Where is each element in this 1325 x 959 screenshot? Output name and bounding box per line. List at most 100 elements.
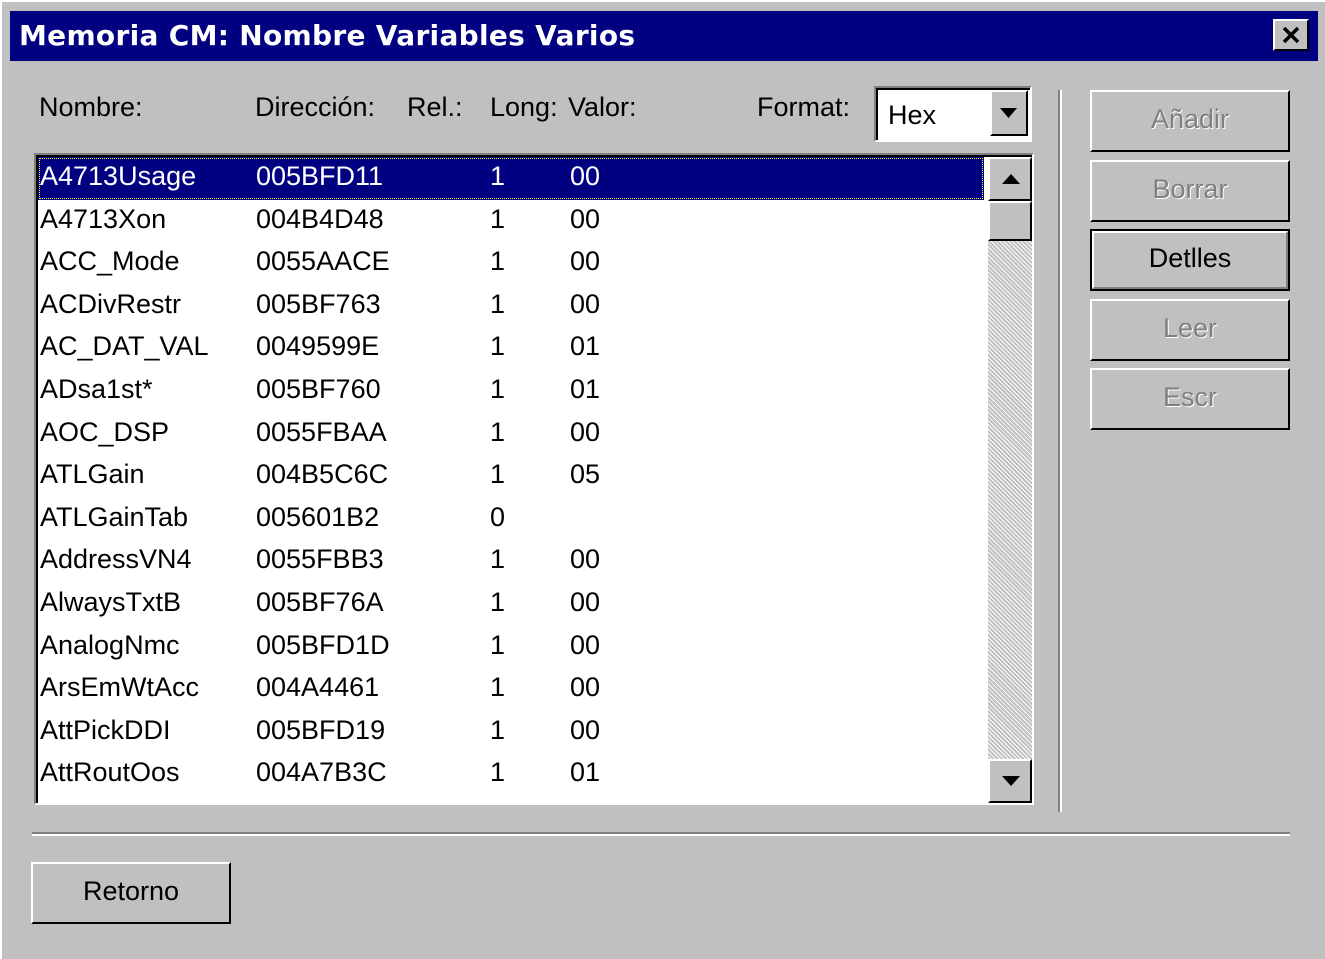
variable-length: 1 bbox=[490, 629, 506, 660]
variable-address: 005BF760 bbox=[256, 373, 381, 404]
variable-length: 1 bbox=[490, 459, 506, 490]
variable-address: 004B5C6C bbox=[256, 459, 389, 490]
vertical-divider bbox=[1058, 90, 1062, 812]
variable-value: 00 bbox=[570, 544, 601, 575]
details-button-label: Detlles bbox=[1148, 243, 1232, 273]
variable-address: 004B4D48 bbox=[256, 203, 384, 234]
variable-address: 005BF76A bbox=[256, 586, 384, 617]
read-button[interactable]: Leer bbox=[1090, 299, 1290, 361]
variable-length: 1 bbox=[490, 203, 506, 234]
variable-length: 1 bbox=[490, 544, 506, 575]
variable-length: 1 bbox=[490, 331, 506, 362]
close-icon bbox=[1282, 26, 1300, 44]
chevron-down-icon bbox=[1000, 108, 1017, 118]
variable-value: 00 bbox=[570, 672, 601, 703]
variable-length: 1 bbox=[490, 714, 506, 745]
variable-length: 0 bbox=[490, 501, 506, 532]
variable-name: A4713Xon bbox=[40, 203, 167, 234]
variable-address: 005601B2 bbox=[256, 501, 380, 532]
list-item[interactable]: AlwaysTxtB 005BF76A 1 00 bbox=[38, 583, 984, 626]
list-item[interactable]: ATLGain 004B5C6C 1 05 bbox=[38, 455, 984, 498]
variable-address: 005BFD11 bbox=[256, 161, 384, 191]
variable-value: 00 bbox=[570, 629, 601, 660]
header-long: Long: bbox=[490, 92, 558, 122]
vertical-scrollbar[interactable] bbox=[988, 157, 1032, 803]
variable-address: 005BFD19 bbox=[256, 714, 386, 745]
format-select[interactable]: Hex bbox=[874, 86, 1032, 142]
variable-value: 05 bbox=[570, 459, 601, 490]
add-button-label: Añadir bbox=[1150, 104, 1230, 134]
variable-name: A4713Usage bbox=[40, 161, 197, 191]
return-button-label: Retorno bbox=[82, 876, 180, 906]
list-item[interactable]: ADsa1st* 005BF760 1 01 bbox=[38, 370, 984, 413]
variable-value: 01 bbox=[570, 757, 601, 788]
return-button[interactable]: Retorno bbox=[31, 862, 231, 924]
title-bar: Memoria CM: Nombre Variables Varios bbox=[10, 11, 1318, 61]
header-nombre: Nombre: bbox=[39, 92, 143, 122]
variable-length: 1 bbox=[490, 586, 506, 617]
variable-address: 0055FBB3 bbox=[256, 544, 384, 575]
header-valor: Valor: bbox=[568, 92, 637, 122]
dialog-window: Memoria CM: Nombre Variables Varios Nomb… bbox=[0, 0, 1325, 959]
variable-length: 1 bbox=[490, 373, 506, 404]
variable-name: AOC_DSP bbox=[40, 416, 170, 447]
read-button-label: Leer bbox=[1162, 313, 1218, 343]
variables-rows: A4713Usage 005BFD11 1 00 A4713Xon 004B4D48 1 00… bbox=[38, 157, 984, 796]
variable-value: 01 bbox=[570, 373, 601, 404]
list-item[interactable]: AttPickDDI 005BFD19 1 00 bbox=[38, 711, 984, 754]
variable-name: ATLGainTab bbox=[40, 501, 189, 532]
list-item[interactable]: ACDivRestr 005BF763 1 00 bbox=[38, 285, 984, 328]
format-dropdown-button[interactable] bbox=[990, 90, 1028, 136]
variable-value: 00 bbox=[570, 586, 601, 617]
arrow-up-icon bbox=[1002, 174, 1020, 184]
variable-value: 00 bbox=[570, 246, 601, 277]
list-item[interactable]: ArsEmWtAcc 004A4461 1 00 bbox=[38, 668, 984, 711]
variable-address: 005BF763 bbox=[256, 288, 381, 319]
variable-length: 1 bbox=[490, 757, 506, 788]
list-item[interactable]: ATLGainTab 005601B2 0 bbox=[38, 498, 984, 541]
variable-value: 00 bbox=[570, 288, 601, 319]
variable-address: 0055AACE bbox=[256, 246, 390, 277]
variable-name: AlwaysTxtB bbox=[40, 586, 182, 617]
variable-address: 004A4461 bbox=[256, 672, 380, 703]
variable-name: AddressVN4 bbox=[40, 544, 192, 575]
variable-name: ACDivRestr bbox=[40, 288, 182, 319]
list-item[interactable]: AnalogNmc 005BFD1D 1 00 bbox=[38, 626, 984, 669]
header-direccion: Dirección: bbox=[255, 92, 376, 122]
scroll-thumb[interactable] bbox=[988, 201, 1032, 241]
scroll-up-button[interactable] bbox=[988, 157, 1032, 201]
variable-address: 0055FBAA bbox=[256, 416, 387, 447]
variable-name: AC_DAT_VAL bbox=[40, 331, 209, 362]
horizontal-divider bbox=[32, 832, 1290, 836]
variable-name: AnalogNmc bbox=[40, 629, 180, 660]
delete-button-label: Borrar bbox=[1152, 174, 1228, 204]
header-rel: Rel.: bbox=[407, 92, 463, 122]
close-button[interactable] bbox=[1273, 19, 1309, 51]
variable-name: AttPickDDI bbox=[40, 714, 171, 745]
format-label: Format: bbox=[757, 92, 851, 122]
details-button[interactable]: Detlles bbox=[1090, 229, 1290, 291]
variable-value: 01 bbox=[570, 331, 601, 362]
variable-value: 00 bbox=[570, 161, 601, 191]
write-button-label: Escr bbox=[1163, 382, 1217, 412]
variable-length: 1 bbox=[490, 161, 506, 191]
list-item[interactable]: AOC_DSP 0055FBAA 1 00 bbox=[38, 413, 984, 456]
delete-button[interactable]: Borrar bbox=[1090, 160, 1290, 222]
list-item[interactable]: AC_DAT_VAL 0049599E 1 01 bbox=[38, 327, 984, 370]
arrow-down-icon bbox=[1002, 776, 1020, 786]
add-button[interactable]: Añadir bbox=[1090, 90, 1290, 152]
list-item[interactable]: ACC_Mode 0055AACE 1 00 bbox=[38, 242, 984, 285]
variable-value: 00 bbox=[570, 714, 601, 745]
list-item[interactable]: AttRoutOos 004A7B3C 1 01 bbox=[38, 753, 984, 796]
variable-length: 1 bbox=[490, 246, 506, 277]
write-button[interactable]: Escr bbox=[1090, 368, 1290, 430]
list-item[interactable]: AddressVN4 0055FBB3 1 00 bbox=[38, 540, 984, 583]
variable-name: ACC_Mode bbox=[40, 246, 180, 277]
list-item[interactable]: A4713Usage 005BFD11 1 00 bbox=[38, 157, 984, 200]
list-item[interactable]: A4713Xon 004B4D48 1 00 bbox=[38, 200, 984, 243]
variable-address: 004A7B3C bbox=[256, 757, 387, 788]
variables-list[interactable]: A4713Usage 005BFD11 1 00 A4713Xon 004B4D48 1 00… bbox=[34, 153, 1034, 805]
scroll-down-button[interactable] bbox=[988, 759, 1032, 803]
variable-name: ATLGain bbox=[40, 459, 145, 490]
variable-name: ArsEmWtAcc bbox=[40, 672, 199, 703]
